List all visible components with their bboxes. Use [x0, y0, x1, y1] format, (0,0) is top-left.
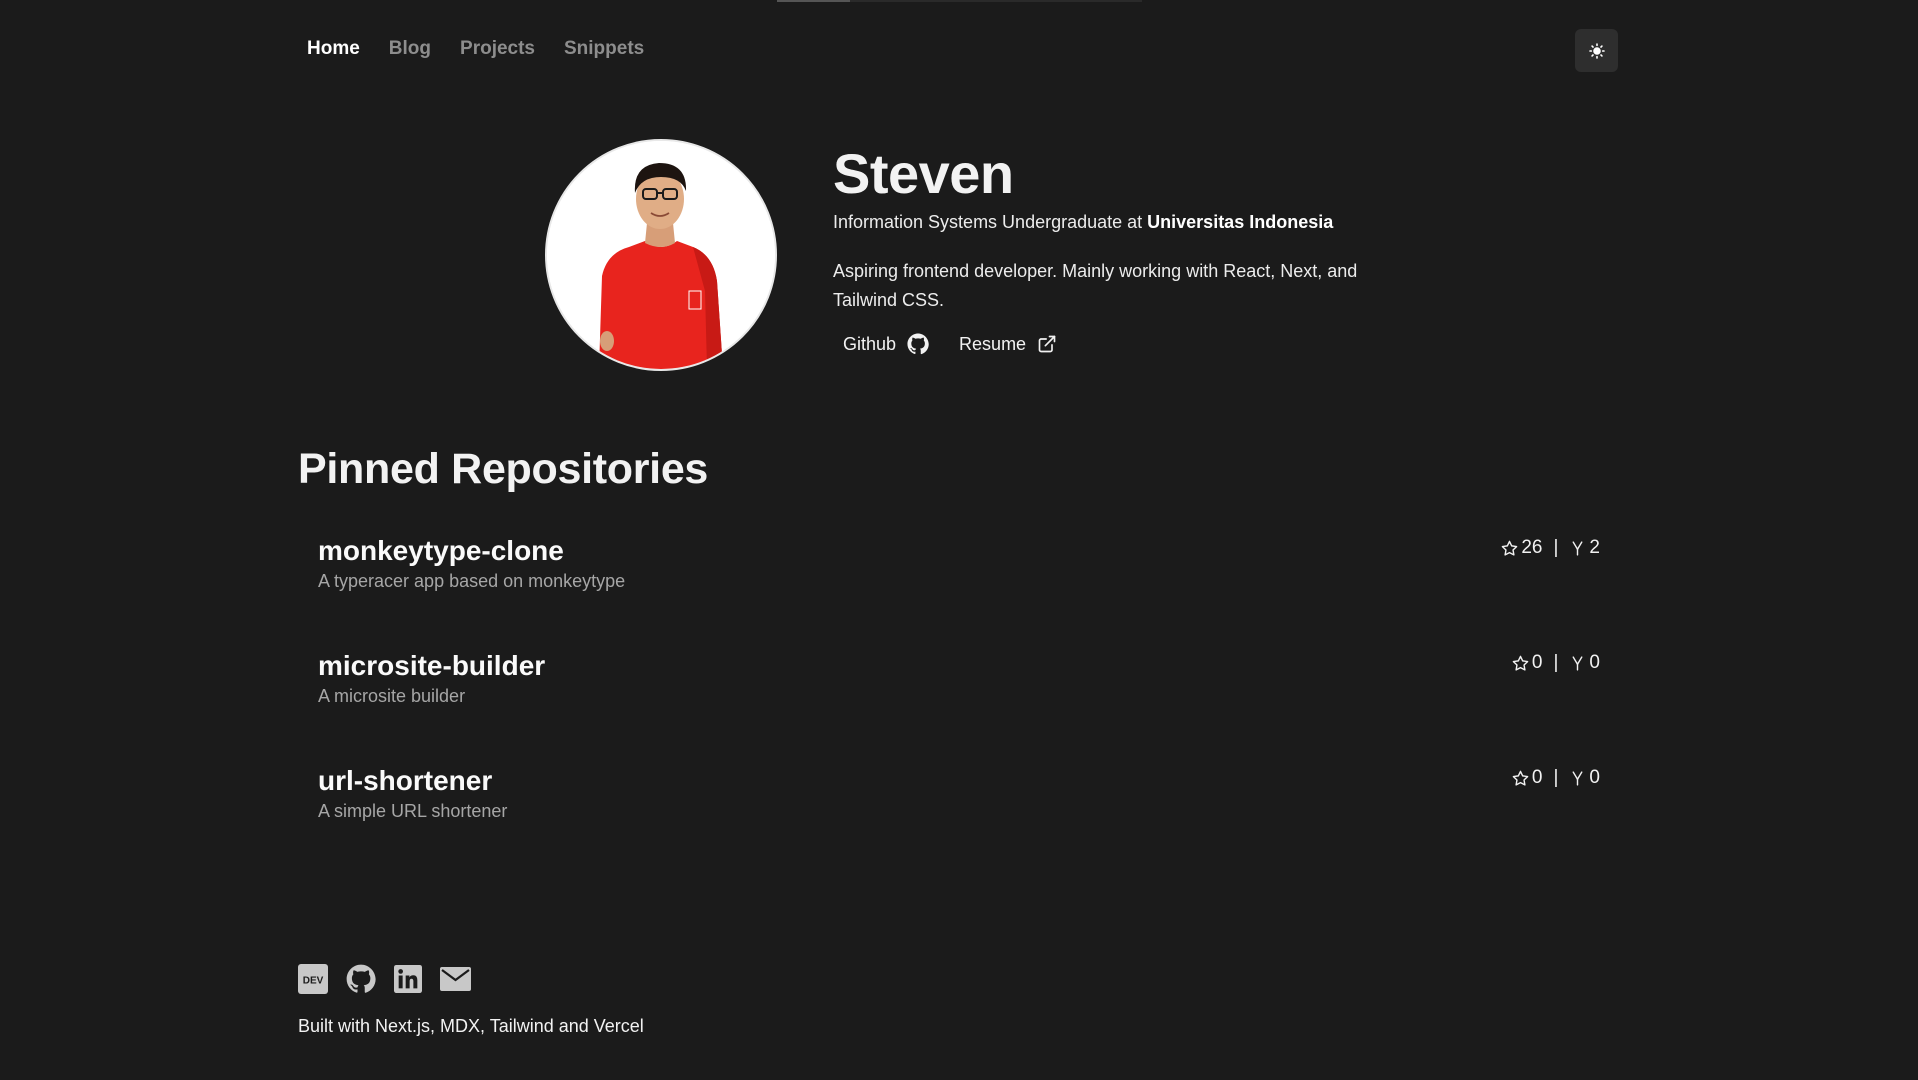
repo-description: A typeracer app based on monkeytype	[318, 571, 626, 591]
repo-stars: 0	[1512, 652, 1543, 674]
github-icon	[346, 964, 376, 993]
repo-stars: 0	[1512, 767, 1543, 789]
hero-links: Github Resume	[843, 333, 1393, 355]
hero-bio: Aspiring frontend developer. Mainly work…	[833, 261, 1358, 310]
hero-role-prefix: Information Systems Undergraduate at	[833, 212, 1148, 232]
repo-name: url-shortener	[318, 765, 493, 796]
github-icon	[907, 333, 929, 355]
repo-forks-count: 0	[1589, 767, 1600, 788]
stats-separator: |	[1553, 652, 1559, 673]
resume-link[interactable]: Resume	[959, 333, 1057, 355]
profile-avatar	[545, 139, 777, 371]
page: Home Blog Projects Snippets Steven Infor…	[0, 0, 1918, 1080]
linkedin-icon	[394, 965, 422, 993]
pinned-repositories-title: Pinned Repositories	[298, 445, 709, 493]
resume-link-label: Resume	[959, 333, 1027, 354]
github-social-link[interactable]	[346, 964, 376, 994]
github-link-label: Github	[843, 333, 897, 354]
nav-projects[interactable]: Projects	[460, 38, 535, 60]
sun-icon	[1588, 42, 1605, 59]
mail-icon	[440, 967, 471, 991]
dev-badge-text: DEV	[303, 976, 324, 987]
repo-stats: 0 | 0	[1512, 767, 1600, 789]
stats-separator: |	[1553, 537, 1559, 558]
repo-name: microsite-builder	[318, 650, 546, 681]
hero-role-org: Universitas Indonesia	[1147, 212, 1334, 232]
hero-intro: Steven Information Systems Undergraduate…	[833, 140, 1393, 355]
nav-home[interactable]: Home	[307, 38, 360, 60]
hero-name: Steven	[833, 142, 1014, 205]
hero-role: Information Systems Undergraduate at Uni…	[833, 212, 1393, 233]
star-icon	[1502, 540, 1518, 556]
dev-to-link[interactable]: DEV	[298, 964, 328, 994]
fork-icon	[1572, 770, 1583, 786]
repo-name: monkeytype-clone	[318, 535, 564, 566]
main-nav: Home Blog Projects Snippets	[307, 38, 644, 60]
email-link[interactable]	[440, 967, 471, 991]
external-link-icon	[1038, 335, 1056, 353]
nav-blog[interactable]: Blog	[389, 38, 431, 60]
dev-icon: DEV	[298, 964, 328, 994]
repo-forks: 0	[1569, 767, 1600, 789]
scroll-progress-bar	[777, 0, 1142, 2]
repo-description: A microsite builder	[318, 686, 466, 706]
repo-stars-count: 26	[1521, 537, 1543, 558]
repo-card-monkeytype-clone[interactable]: monkeytype-clone A typeracer app based o…	[318, 533, 1600, 613]
github-link[interactable]: Github	[843, 333, 929, 355]
stats-separator: |	[1553, 767, 1559, 788]
profile-photo	[547, 141, 775, 369]
social-links: DEV	[298, 964, 471, 994]
nav-snippets[interactable]: Snippets	[564, 38, 644, 60]
repo-forks: 2	[1569, 537, 1600, 559]
star-icon	[1512, 770, 1529, 786]
repo-description: A simple URL shortener	[318, 801, 508, 821]
theme-toggle-button[interactable]	[1575, 29, 1618, 72]
star-icon	[1512, 655, 1529, 671]
repo-stars-count: 0	[1531, 767, 1543, 788]
repo-forks-count: 2	[1589, 537, 1600, 558]
repo-stars: 26	[1501, 537, 1542, 559]
scroll-progress-fill	[777, 0, 850, 2]
repo-forks: 0	[1569, 652, 1600, 674]
repo-card-url-shortener[interactable]: url-shortener A simple URL shortener 0 |…	[318, 763, 1600, 843]
linkedin-link[interactable]	[394, 965, 422, 993]
repo-stars-count: 0	[1531, 652, 1543, 673]
repo-card-microsite-builder[interactable]: microsite-builder A microsite builder 0 …	[318, 648, 1600, 728]
repo-forks-count: 0	[1589, 652, 1600, 673]
repo-stats: 26 | 2	[1501, 537, 1600, 559]
footer-credit: Built with Next.js, MDX, Tailwind and Ve…	[298, 1016, 644, 1036]
fork-icon	[1572, 540, 1583, 556]
repo-stats: 0 | 0	[1512, 652, 1600, 674]
fork-icon	[1572, 655, 1583, 671]
